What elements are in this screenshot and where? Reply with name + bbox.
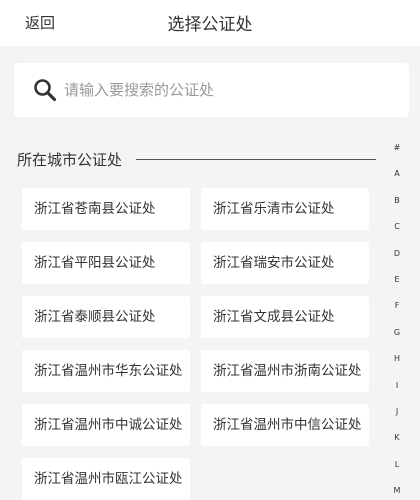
index-letter[interactable]: G [386, 328, 408, 337]
office-item[interactable]: 浙江省温州市中信公证处 [201, 404, 369, 446]
index-letter[interactable]: A [386, 169, 408, 178]
index-letter[interactable]: C [386, 222, 408, 231]
search-box[interactable] [14, 63, 409, 117]
section-divider [136, 159, 376, 160]
office-item[interactable]: 浙江省瑞安市公证处 [201, 242, 369, 284]
office-item[interactable]: 浙江省苍南县公证处 [22, 188, 190, 230]
index-letter[interactable]: K [386, 433, 408, 442]
office-item[interactable]: 浙江省温州市浙南公证处 [201, 350, 369, 392]
office-item[interactable]: 浙江省文成县公证处 [201, 296, 369, 338]
index-letter[interactable]: F [386, 301, 408, 310]
office-item[interactable]: 浙江省温州市华东公证处 [22, 350, 190, 392]
header-bar: 返回 选择公证处 [0, 0, 420, 46]
search-input[interactable] [64, 76, 394, 104]
office-item[interactable]: 浙江省温州市瓯江公证处 [22, 458, 190, 500]
section-title: 所在城市公证处 [17, 151, 123, 169]
index-letter[interactable]: J [386, 407, 408, 416]
office-item[interactable]: 浙江省平阳县公证处 [22, 242, 190, 284]
index-letter[interactable]: B [386, 196, 408, 205]
page-title: 选择公证处 [167, 15, 253, 35]
search-icon [34, 79, 57, 102]
index-letter[interactable]: # [386, 143, 408, 152]
index-letter[interactable]: D [386, 249, 408, 258]
index-letter[interactable]: I [386, 381, 408, 390]
office-item[interactable]: 浙江省泰顺县公证处 [22, 296, 190, 338]
index-letter[interactable]: H [386, 354, 408, 363]
office-item[interactable]: 浙江省温州市中诚公证处 [22, 404, 190, 446]
index-letter[interactable]: L [386, 460, 408, 469]
office-item[interactable]: 浙江省乐清市公证处 [201, 188, 369, 230]
index-letter[interactable]: M [386, 486, 408, 495]
index-letter[interactable]: E [386, 275, 408, 284]
alphabet-index[interactable]: # A B C D E F G H I J K L M [386, 143, 408, 500]
